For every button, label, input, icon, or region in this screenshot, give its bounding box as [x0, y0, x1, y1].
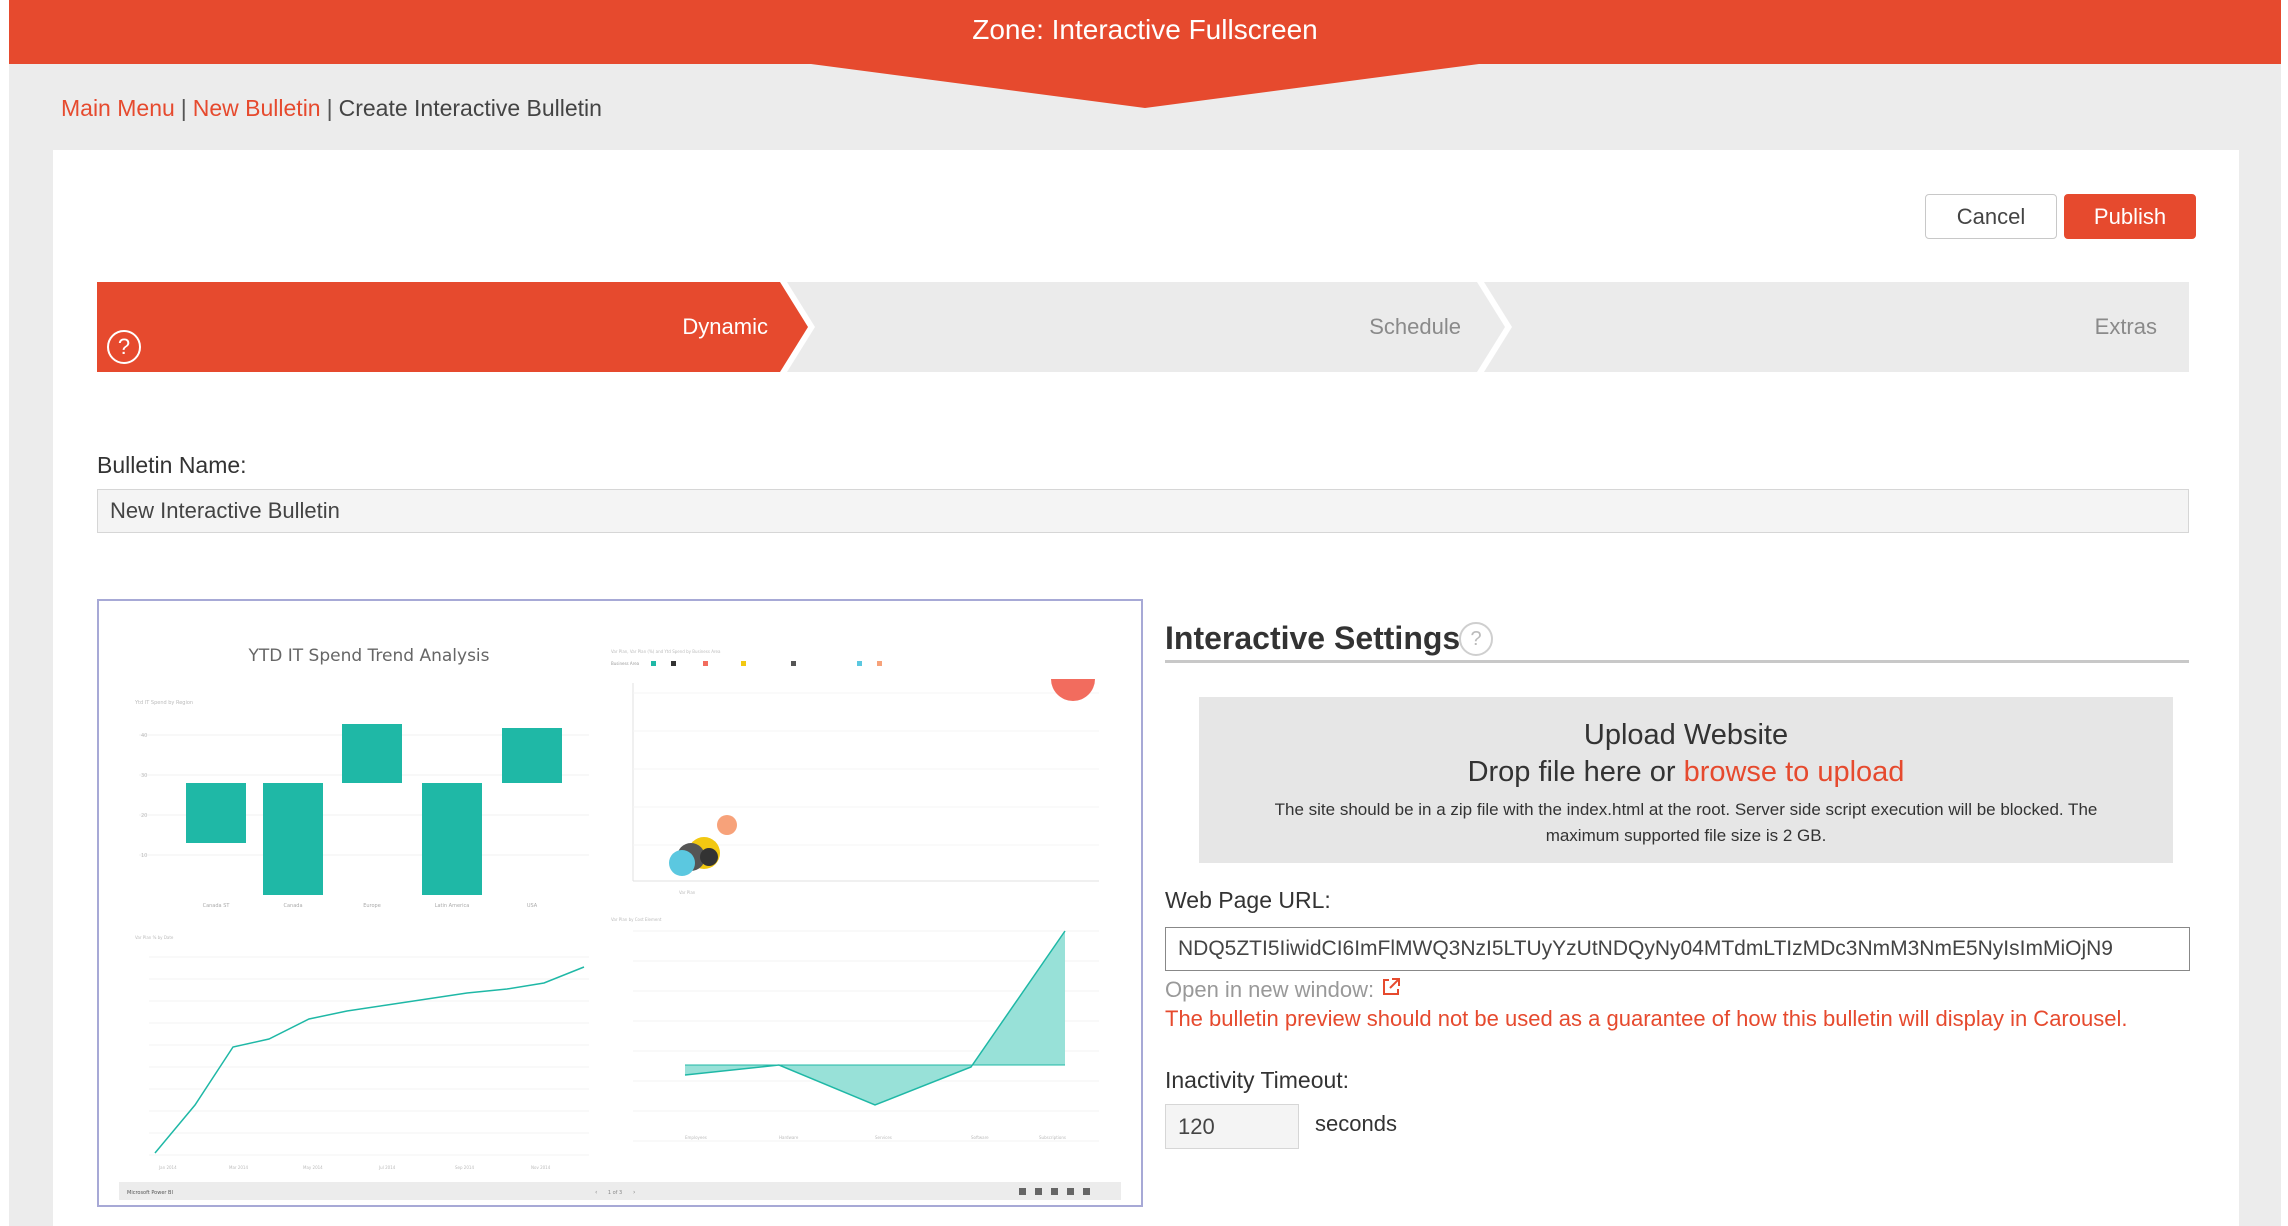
svg-text:›: › [633, 1189, 635, 1196]
breadcrumb-new-bulletin[interactable]: New Bulletin [193, 95, 321, 121]
report-preview-canvas: YTD IT Spend Trend Analysis Ytd IT Spend… [119, 646, 1121, 1200]
svg-text:Business Area: Business Area [611, 661, 640, 666]
report-title: YTD IT Spend Trend Analysis [247, 646, 489, 666]
svg-text:Europe: Europe [363, 903, 381, 909]
svg-text:Jan 2014: Jan 2014 [158, 1165, 177, 1170]
zone-title: Zone: Interactive Fullscreen [972, 14, 1318, 45]
preview-warning: The bulletin preview should not be used … [1165, 1006, 2128, 1031]
line-chart: Var Plan % by Date Jan 2014 Mar 2014 May… [135, 935, 589, 1170]
bar [186, 783, 246, 843]
bar [502, 728, 562, 783]
upload-drop-text: Drop file here or browse to upload [1199, 752, 2173, 792]
svg-text:Latin America: Latin America [435, 903, 470, 909]
bar [422, 783, 482, 895]
bar [263, 783, 323, 895]
svg-text:Nov 2014: Nov 2014 [531, 1165, 551, 1170]
breadcrumb: Main Menu | New Bulletin | Create Interactiv… [61, 92, 602, 124]
svg-text:‹: ‹ [595, 1189, 597, 1196]
svg-text:Var Plan, Var Plan (%) and Ytd: Var Plan, Var Plan (%) and Ytd Spend by … [611, 649, 721, 654]
svg-text:Var Plan % by Date: Var Plan % by Date [135, 935, 174, 940]
settings-help-icon[interactable]: ? [1459, 622, 1493, 656]
upload-dropzone[interactable]: Upload Website Drop file here or browse … [1199, 697, 2173, 863]
bar [342, 724, 402, 783]
svg-text:Canada: Canada [283, 903, 302, 909]
upload-title: Upload Website [1583, 719, 1789, 751]
waterfall-chart: Ytd IT Spend by Region 40 30 20 10 Canad… [134, 700, 589, 909]
report-pager: 1 of 3 [608, 1190, 622, 1196]
area-chart: Var Plan by Cost Element Employees Hardw… [611, 917, 1099, 1142]
svg-text:Jul 2014: Jul 2014 [378, 1165, 396, 1170]
bulletin-name-input[interactable]: New Interactive Bulletin [97, 489, 2189, 533]
step-dynamic[interactable]: Dynamic [97, 310, 768, 344]
publish-button[interactable]: Publish [2064, 194, 2196, 239]
web-page-url-input[interactable]: NDQ5ZTI5IiwidCI6ImFlMWQ3NzI5LTUyYzUtNDQy… [1165, 927, 2190, 971]
inactivity-timeout-label: Inactivity Timeout: [1165, 1067, 1350, 1093]
timeout-unit: seconds [1315, 1111, 1397, 1136]
svg-text:Var Plan by Cost Element: Var Plan by Cost Element [611, 917, 662, 922]
scatter-chart: Var Plan, Var Plan (%) and Ytd Spend by … [611, 649, 1099, 895]
drop-text: Drop file here or [1467, 756, 1676, 788]
help-icon[interactable]: ? [107, 330, 141, 364]
svg-text:10: 10 [141, 853, 147, 859]
bulletin-name-label: Bulletin Name: [97, 452, 247, 478]
svg-text:30: 30 [141, 773, 147, 779]
svg-text:Software: Software [971, 1135, 989, 1140]
report-footer-left: Microsoft Power BI [127, 1190, 173, 1196]
svg-text:Mar 2014: Mar 2014 [229, 1165, 248, 1170]
breadcrumb-main-menu[interactable]: Main Menu [61, 95, 175, 121]
inactivity-timeout-input[interactable]: 120 [1165, 1104, 1299, 1149]
breadcrumb-separator: | [180, 95, 187, 121]
svg-text:Services: Services [875, 1135, 892, 1140]
open-new-window-label: Open in new window: [1165, 977, 1375, 1002]
main-card: Cancel Publish Dynamic Schedule Extras ?… [53, 150, 2239, 1226]
browse-upload-link[interactable]: browse to upload [1684, 756, 1905, 788]
svg-text:20: 20 [141, 813, 147, 819]
svg-text:Employees: Employees [685, 1135, 707, 1140]
settings-divider [1165, 660, 2189, 663]
svg-text:40: 40 [141, 733, 147, 739]
web-page-url-label: Web Page URL: [1165, 887, 1331, 913]
svg-text:May 2014: May 2014 [303, 1165, 323, 1170]
svg-text:Ytd IT Spend by Region: Ytd IT Spend by Region [134, 700, 193, 706]
settings-title: Interactive Settings [1165, 620, 1461, 656]
svg-text:Var Plan: Var Plan [679, 890, 696, 895]
step-schedule[interactable]: Schedule [813, 310, 1461, 344]
svg-text:Hardware: Hardware [779, 1135, 799, 1140]
step-extras[interactable]: Extras [1511, 310, 2157, 344]
svg-text:Subscriptions: Subscriptions [1039, 1135, 1066, 1140]
svg-text:Canada ST: Canada ST [203, 903, 231, 909]
cancel-button[interactable]: Cancel [1925, 194, 2057, 239]
breadcrumb-current: Create Interactive Bulletin [338, 95, 602, 121]
svg-text:Sep 2014: Sep 2014 [455, 1165, 474, 1170]
report-preview[interactable]: YTD IT Spend Trend Analysis Ytd IT Spend… [97, 599, 1143, 1207]
breadcrumb-separator: | [326, 95, 333, 121]
svg-text:USA: USA [527, 903, 538, 909]
upload-note: The site should be in a zip file with th… [1274, 800, 2098, 845]
page-frame: Zone: Interactive Fullscreen Main Menu | N… [9, 0, 2281, 1226]
wizard-steps: Dynamic Schedule Extras ? [97, 282, 2189, 372]
